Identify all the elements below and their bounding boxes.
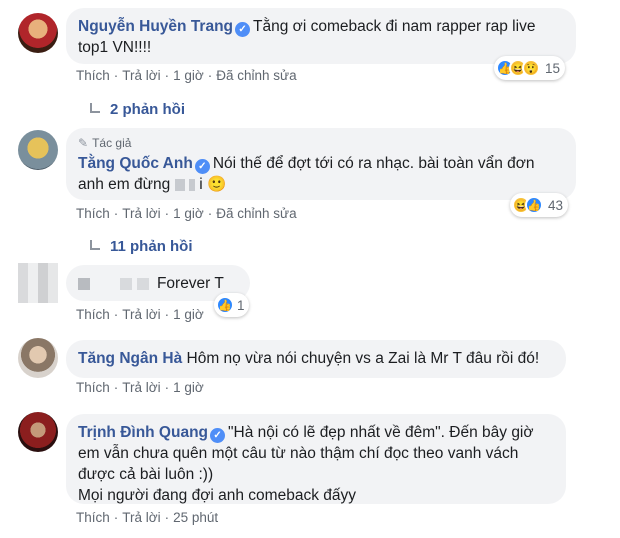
timestamp[interactable]: 25 phút: [173, 510, 218, 525]
like-link[interactable]: Thích: [76, 380, 110, 395]
view-replies-link[interactable]: 2 phản hồi: [90, 101, 185, 118]
comment-actions: Thích · Trả lời · 1 giờ · Đã chỉnh sửa: [76, 68, 297, 83]
author-tag: ✎ Tác giả: [78, 136, 132, 150]
like-reaction-icon: 👍: [525, 196, 543, 214]
comment-text: Hôm nọ vừa nói chuyện vs a Zai là Mr T đ…: [186, 350, 540, 367]
reply-arrow-icon: [90, 102, 100, 113]
reaction-count: 15: [545, 60, 561, 76]
reply-link[interactable]: Trả lời: [122, 68, 160, 83]
comment-actions: Thích · Trả lời · 1 giờ: [76, 307, 204, 322]
like-link[interactable]: Thích: [76, 206, 110, 221]
commenter-name[interactable]: Nguyễn Huyền Trang: [78, 18, 233, 35]
like-link[interactable]: Thích: [76, 68, 110, 83]
edited-label: Đã chỉnh sửa: [216, 206, 297, 221]
comment-bubble: ✎ Tác giả Tằng Quốc Anh ✓ Nói thế để đợt tớ…: [66, 128, 576, 200]
comment-text: "Hà nội có lẽ đẹp nhất về đêm". Đến bây …: [228, 424, 534, 441]
avatar-blurred[interactable]: [18, 263, 58, 303]
verified-icon: ✓: [235, 22, 251, 37]
timestamp[interactable]: 1 giờ: [173, 307, 204, 322]
timestamp[interactable]: 1 giờ: [173, 380, 204, 395]
commenter-name[interactable]: Trịnh Đình Quang: [78, 424, 208, 441]
blurred-name: [78, 277, 90, 290]
smile-emoji: 🙂: [206, 176, 227, 193]
reply-link[interactable]: Trả lời: [122, 206, 160, 221]
comment-bubble: Trịnh Đình Quang ✓ "Hà nội có lẽ đẹp nhất …: [66, 414, 566, 504]
commenter-name[interactable]: Tăng Ngân Hà: [78, 350, 182, 367]
reaction-summary[interactable]: 👍 1: [214, 293, 249, 317]
view-replies-link[interactable]: 11 phản hồi: [90, 238, 193, 255]
comment-text-line: được cả bài luôn :)): [78, 466, 214, 483]
commenter-name[interactable]: Tằng Quốc Anh: [78, 155, 193, 172]
verified-icon: ✓: [194, 159, 210, 174]
comment-actions: Thích · Trả lời · 1 giờ · Đã chỉnh sửa: [76, 206, 297, 221]
comment-text: Nói thế để đợt tới có ra nhạc. bài toàn …: [212, 155, 535, 172]
reply-link[interactable]: Trả lời: [122, 380, 160, 395]
avatar-tang-ngan-ha[interactable]: [18, 338, 58, 378]
reaction-summary[interactable]: 😆 👍 43: [510, 193, 569, 217]
comment-actions: Thích · Trả lời · 1 giờ: [76, 380, 204, 395]
comment-text: Forever T: [156, 275, 224, 292]
reply-arrow-icon: [90, 239, 100, 250]
wow-reaction-icon: 😲: [522, 59, 540, 77]
avatar-tang-quoc-anh[interactable]: [18, 130, 58, 170]
reply-link[interactable]: Trả lời: [122, 307, 160, 322]
comment-text-line: Mọi người đang đợi anh comeback đấyy: [78, 487, 356, 504]
avatar-trinh-dinh-quang[interactable]: [18, 412, 58, 452]
avatar-nguyen-huyen-trang[interactable]: [18, 13, 58, 53]
like-link[interactable]: Thích: [76, 307, 110, 322]
reply-link[interactable]: Trả lời: [122, 510, 160, 525]
like-link[interactable]: Thích: [76, 510, 110, 525]
timestamp[interactable]: 1 giờ: [173, 206, 204, 221]
reaction-summary[interactable]: 👍 😆 😲 15: [494, 56, 566, 80]
comment-bubble: Tăng Ngân Hà Hôm nọ vừa nói chuyện vs a …: [66, 340, 566, 378]
reaction-count: 1: [237, 297, 245, 313]
verified-icon: ✓: [210, 428, 226, 443]
reaction-count: 43: [548, 197, 564, 213]
blurred-text: [174, 178, 185, 191]
timestamp[interactable]: 1 giờ: [173, 68, 204, 83]
comment-text-line: em vẫn chưa quên một câu từ nào thậm chí…: [78, 445, 519, 462]
comment-actions: Thích · Trả lời · 25 phút: [76, 510, 219, 525]
comment-bubble: Nguyễn Huyền Trang ✓ Tằng ơi comeback đi n…: [66, 8, 576, 64]
edited-label: Đã chỉnh sửa: [216, 68, 297, 83]
like-reaction-icon: 👍: [216, 296, 234, 314]
